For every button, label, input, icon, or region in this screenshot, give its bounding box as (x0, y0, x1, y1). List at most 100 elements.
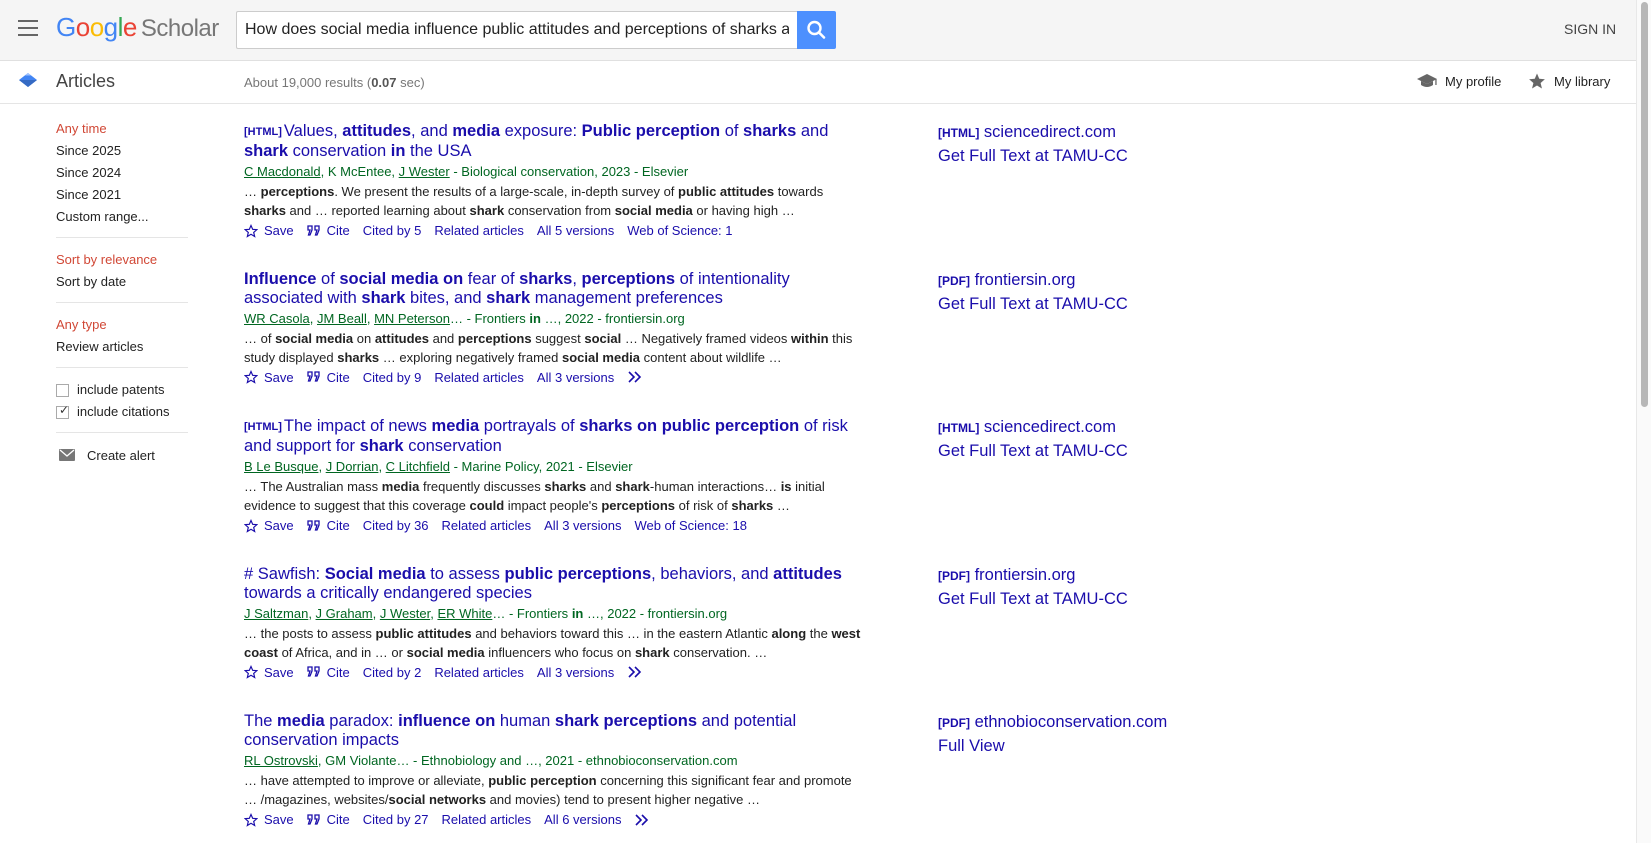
text-segment: conservation (403, 437, 502, 455)
cited-by-link[interactable]: Cited by 36 (363, 518, 429, 533)
filter-custom-range[interactable]: Custom range... (56, 206, 188, 228)
full-text-link[interactable]: Get Full Text at TAMU-CC (938, 439, 1238, 463)
result-meta: RL Ostrovski, GM Violante… - Ethnobiolog… (244, 752, 864, 769)
result-title-link[interactable]: # Sawfish: Social media to assess public… (244, 565, 864, 603)
more-options-icon[interactable] (627, 371, 643, 383)
all-versions-link[interactable]: All 6 versions (544, 812, 621, 827)
time-filter-group: Any time Since 2025 Since 2024 Since 202… (56, 118, 188, 238)
save-button[interactable]: Save (244, 370, 294, 385)
vertical-scrollbar[interactable] (1636, 0, 1651, 843)
related-articles-link[interactable]: Related articles (434, 370, 524, 385)
author-link[interactable]: J Saltzman (244, 606, 308, 621)
include-citations-checkbox[interactable]: ✓ include citations (56, 401, 188, 423)
include-patents-checkbox[interactable]: include patents (56, 379, 188, 401)
cite-button[interactable]: Cite (306, 518, 350, 533)
result-title-link[interactable]: [HTML] Values, attitudes, and media expos… (244, 122, 864, 161)
result-title-link[interactable]: [HTML] The impact of news media portrayal… (244, 417, 864, 456)
create-alert-link[interactable]: Create alert (56, 444, 188, 466)
highlighted-term: perceptions (457, 330, 532, 346)
sort-by-relevance[interactable]: Sort by relevance (56, 249, 188, 271)
author-link[interactable]: B Le Busque (244, 459, 318, 474)
meta-text: …, 2022 - frontiersin.org (540, 310, 685, 326)
scrollbar-thumb[interactable] (1641, 2, 1648, 407)
text-segment: bites, and (405, 288, 487, 307)
save-button[interactable]: Save (244, 812, 294, 827)
author-link[interactable]: ER White (437, 606, 492, 621)
author-link[interactable]: RL Ostrovski (244, 753, 318, 768)
result-actions: Save Cite Cited by 2 Related articles All 3 … (244, 665, 864, 680)
related-articles-link[interactable]: Related articles (434, 665, 524, 680)
my-profile-link[interactable]: My profile (1417, 72, 1501, 90)
filter-since-2025[interactable]: Since 2025 (56, 140, 188, 162)
result-title-link[interactable]: Influence of social media on fear of sha… (244, 270, 864, 308)
cited-by-link[interactable]: Cited by 9 (363, 370, 422, 385)
author-link[interactable]: C Litchfield (386, 459, 450, 474)
author-link[interactable]: MN Peterson (374, 311, 450, 326)
author-link[interactable]: J Graham (316, 606, 373, 621)
related-articles-link[interactable]: Related articles (434, 223, 524, 238)
full-text-link[interactable]: Full View (938, 734, 1238, 758)
related-articles-link[interactable]: Related articles (442, 812, 532, 827)
more-options-icon[interactable] (634, 813, 650, 826)
text-segment: of (316, 269, 340, 288)
filter-since-2024[interactable]: Since 2024 (56, 162, 188, 184)
full-text-link[interactable]: Get Full Text at TAMU-CC (938, 144, 1238, 168)
quote-icon (306, 666, 320, 677)
text-segment: towards (774, 184, 824, 199)
filter-any-type[interactable]: Any type (56, 314, 188, 336)
checkbox-unchecked[interactable] (56, 383, 69, 397)
all-versions-link[interactable]: All 3 versions (544, 518, 621, 533)
web-of-science-link[interactable]: Web of Science: 18 (634, 518, 747, 533)
cite-button[interactable]: Cite (306, 223, 350, 238)
result-actions: Save Cite Cited by 27 Related articles All 6… (244, 812, 864, 827)
quote-icon (306, 519, 320, 531)
source-link[interactable]: [PDF] ethnobioconservation.com (938, 712, 1238, 733)
author-link[interactable]: JM Beall (317, 311, 367, 326)
result-snippet: … perceptions. We present the results of… (244, 182, 864, 220)
author-link[interactable]: J Wester (399, 164, 450, 179)
all-versions-link[interactable]: All 3 versions (537, 370, 614, 385)
related-articles-link[interactable]: Related articles (442, 518, 532, 533)
all-versions-link[interactable]: All 3 versions (537, 665, 614, 680)
cite-button[interactable]: Cite (306, 665, 350, 680)
author-link[interactable]: C Macdonald (244, 164, 321, 179)
cited-by-link[interactable]: Cited by 5 (363, 223, 422, 238)
result-title-link[interactable]: The media paradox: influence on human sh… (244, 712, 864, 750)
full-text-link[interactable]: Get Full Text at TAMU-CC (938, 292, 1238, 316)
web-of-science-link[interactable]: Web of Science: 1 (627, 223, 732, 238)
cited-by-link[interactable]: Cited by 2 (363, 665, 422, 680)
save-button[interactable]: Save (244, 518, 294, 533)
author-link[interactable]: WR Casola (244, 311, 310, 326)
cited-by-link[interactable]: Cited by 27 (363, 812, 429, 827)
source-link[interactable]: [PDF] frontiersin.org (938, 270, 1238, 291)
source-link[interactable]: [PDF] frontiersin.org (938, 565, 1238, 586)
cite-button[interactable]: Cite (306, 812, 350, 827)
section-title: Articles (56, 71, 116, 91)
filter-since-2021[interactable]: Since 2021 (56, 184, 188, 206)
source-link[interactable]: [HTML] sciencedirect.com (938, 417, 1238, 438)
highlighted-term: shark (361, 288, 406, 307)
sign-in-link[interactable]: SIGN IN (1564, 21, 1616, 37)
search-bar (236, 11, 836, 49)
save-button[interactable]: Save (244, 223, 294, 238)
sort-by-date[interactable]: Sort by date (56, 271, 188, 293)
checkbox-checked[interactable]: ✓ (56, 404, 69, 419)
author-link[interactable]: J Dorrian (326, 459, 379, 474)
cite-button[interactable]: Cite (306, 370, 350, 385)
filter-review-articles[interactable]: Review articles (56, 336, 188, 358)
my-library-link[interactable]: My library (1528, 72, 1610, 90)
highlighted-term: social media (275, 330, 354, 346)
all-versions-link[interactable]: All 5 versions (537, 223, 614, 238)
source-link[interactable]: [HTML] sciencedirect.com (938, 122, 1238, 143)
save-button[interactable]: Save (244, 665, 294, 680)
text-segment: -human interactions… (649, 479, 781, 494)
search-button[interactable] (797, 11, 836, 49)
full-text-link[interactable]: Get Full Text at TAMU-CC (938, 587, 1238, 611)
more-options-icon[interactable] (627, 666, 643, 678)
format-tag: [PDF] (938, 273, 970, 288)
author-link[interactable]: J Wester (380, 606, 430, 621)
filter-any-time[interactable]: Any time (56, 118, 188, 140)
search-input[interactable] (236, 11, 797, 49)
google-scholar-logo[interactable]: Google Scholar (56, 12, 219, 43)
hamburger-menu-icon[interactable] (18, 20, 38, 36)
